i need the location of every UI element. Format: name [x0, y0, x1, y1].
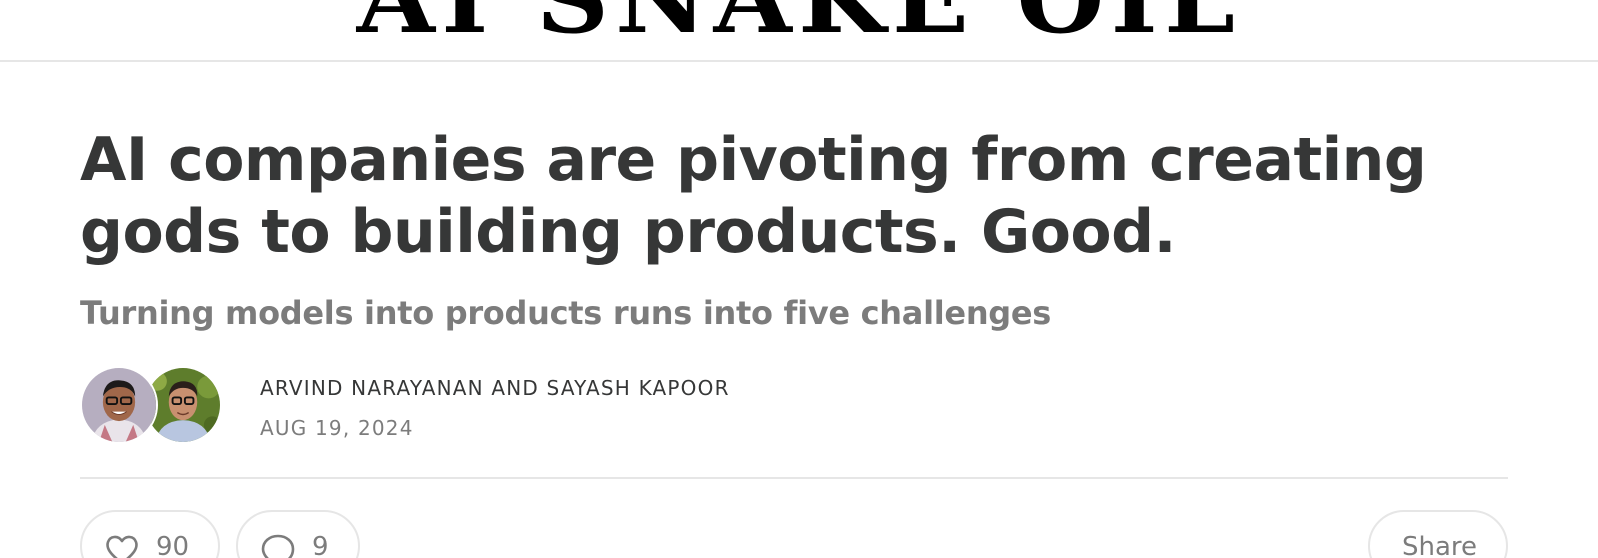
- share-button[interactable]: Share: [1368, 510, 1508, 558]
- post-subtitle: Turning models into products runs into f…: [80, 294, 1052, 332]
- comment-count: 9: [312, 532, 329, 558]
- publication-masthead[interactable]: AI SNAKE OIL: [0, 0, 1598, 62]
- post-date: Aug 19, 2024: [260, 416, 414, 440]
- post-authors[interactable]: Arvind Narayanan and Sayash Kapoor: [260, 376, 730, 400]
- author-photo: [82, 368, 156, 442]
- byline: Arvind Narayanan and Sayash Kapoor Aug 1…: [80, 366, 1508, 448]
- heart-icon: [104, 532, 140, 558]
- author-avatar[interactable]: [80, 366, 158, 444]
- post-title: AI companies are pivoting from creating …: [80, 125, 1427, 267]
- share-label: Share: [1402, 532, 1478, 558]
- like-count: 90: [156, 532, 190, 558]
- comment-button[interactable]: 9: [236, 510, 360, 558]
- comment-bubble-icon: [260, 532, 296, 558]
- like-button[interactable]: 90: [80, 510, 220, 558]
- post-page: AI SNAKE OIL AI companies are pivoting f…: [0, 0, 1598, 558]
- publication-title[interactable]: AI SNAKE OIL: [0, 0, 1598, 55]
- divider: [80, 477, 1508, 479]
